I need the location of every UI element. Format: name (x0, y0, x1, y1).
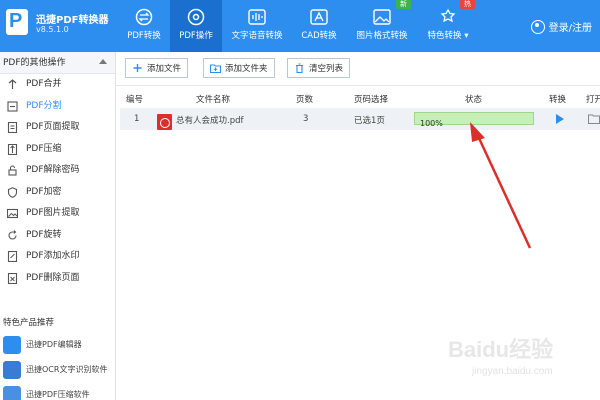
nav-cad-convert[interactable]: CAD转换 (293, 0, 345, 52)
nav-pdf-convert[interactable]: PDF转换 (118, 0, 170, 52)
page-extract-icon (7, 122, 18, 133)
sidebar-item-split[interactable]: PDF分割 (0, 96, 115, 118)
app-logo: P (6, 9, 28, 35)
promo-title: 特色产品推荐 (3, 318, 55, 328)
watermark: Baidu经验 (448, 337, 554, 362)
nav-image-format[interactable]: 新 图片格式转换 (352, 0, 412, 52)
image-extract-icon (7, 208, 18, 219)
sidebar-item-delete-page[interactable]: PDF删除页面 (0, 268, 115, 290)
watermark-url: jingyan.baidu.com (472, 366, 553, 377)
add-file-icon (133, 64, 142, 72)
pdf-compress-icon (3, 386, 21, 400)
rotate-icon (8, 229, 17, 240)
waveform-icon (248, 9, 266, 25)
sidebar-item-image-extract[interactable]: PDF图片提取 (0, 203, 115, 225)
col-page-select: 页码选择 (354, 95, 389, 105)
play-icon[interactable] (556, 114, 564, 124)
sidebar-header[interactable]: PDF的其他操作 (0, 52, 115, 74)
row-page-select[interactable]: 已选1页 (354, 114, 385, 126)
gear-star-icon (440, 8, 456, 23)
sidebar-item-merge[interactable]: PDF合并 (0, 74, 115, 96)
col-pages: 页数 (296, 95, 314, 105)
trash-icon (296, 63, 303, 73)
pdf-editor-icon (3, 336, 21, 354)
split-icon (7, 100, 18, 112)
unlock-icon (8, 165, 17, 176)
add-folder-button[interactable]: 添加文件夹 (203, 58, 275, 78)
hot-badge: 热 (460, 0, 475, 9)
folder-open-icon[interactable] (588, 113, 600, 124)
nav-text-speech[interactable]: 文字语音转换 (226, 0, 288, 52)
ocr-icon (3, 361, 21, 379)
sidebar-item-watermark[interactable]: PDF添加水印 (0, 246, 115, 268)
sidebar: PDF的其他操作 PDF合并 PDF分割 PDF页面提取 PDF压缩 PDF解除… (0, 52, 116, 400)
add-file-button[interactable]: 添加文件 (125, 58, 189, 78)
sidebar-item-compress[interactable]: PDF压缩 (0, 139, 115, 161)
login-label: 登录/注册 (548, 23, 592, 34)
progress-text: 100% (420, 119, 443, 128)
settings-icon (187, 8, 205, 26)
watermark-icon (7, 251, 18, 262)
sidebar-item-page-extract[interactable]: PDF页面提取 (0, 117, 115, 139)
add-folder-icon (210, 64, 221, 73)
user-icon (530, 19, 545, 34)
table-header: 编号 文件名称 页数 页码选择 状态 转换 打开 (116, 90, 600, 106)
col-filename: 文件名称 (196, 95, 231, 105)
col-status: 状态 (465, 95, 483, 105)
cad-icon (310, 9, 328, 25)
col-index: 编号 (126, 95, 144, 105)
nav-pdf-operations[interactable]: PDF操作 (170, 0, 222, 52)
app-header: P 迅捷PDF转换器 v8.5.1.0 PDF转换 PDF操作 文字语音转换 C… (0, 0, 600, 52)
row-pages: 3 (303, 114, 309, 124)
delete-page-icon (7, 272, 18, 284)
sidebar-item-encrypt[interactable]: PDF加密 (0, 182, 115, 204)
login-button[interactable]: 登录/注册 (530, 19, 592, 34)
compress-icon (7, 143, 18, 155)
image-icon (373, 9, 391, 25)
table-row[interactable]: 1 总有人会成功.pdf 3 已选1页 100% (120, 108, 600, 130)
nav-special-convert[interactable]: 热 特色转换 ▾ (420, 0, 476, 52)
col-open: 打开 (586, 95, 600, 105)
swap-icon (135, 8, 153, 26)
toolbar: 添加文件 添加文件夹 清空列表 (116, 52, 600, 86)
progress-bar: 100% (414, 112, 534, 128)
app-name: 迅捷PDF转换器 (36, 15, 109, 26)
new-badge: 新 (396, 0, 411, 9)
pdf-file-icon (157, 114, 172, 130)
shield-icon (7, 186, 18, 198)
chevron-up-icon (99, 59, 107, 64)
sidebar-item-unlock[interactable]: PDF解除密码 (0, 160, 115, 182)
promo-pdf-editor[interactable]: 迅捷PDF编辑器 (0, 334, 116, 356)
col-convert: 转换 (549, 95, 567, 105)
promo-pdf-compress[interactable]: 迅捷PDF压缩软件 (0, 384, 116, 400)
sidebar-item-rotate[interactable]: PDF旋转 (0, 225, 115, 247)
row-filename: 总有人会成功.pdf (176, 116, 244, 126)
clear-list-button[interactable]: 清空列表 (287, 58, 351, 78)
app-version: v8.5.1.0 (36, 25, 69, 34)
promo-ocr[interactable]: 迅捷OCR文字识别软件 (0, 359, 116, 381)
merge-icon (8, 79, 17, 89)
row-index: 1 (134, 114, 140, 124)
